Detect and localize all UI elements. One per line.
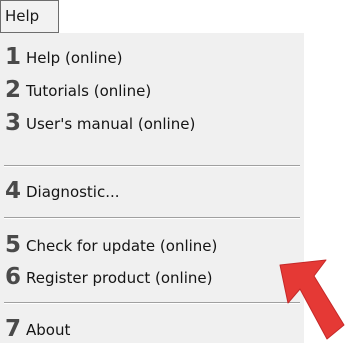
menu-item-label: Diagnostic... <box>26 183 120 201</box>
menu-item-number: 4 <box>5 178 22 204</box>
menu-item-label: Register product (online) <box>26 269 213 287</box>
menu-separator <box>4 165 300 167</box>
menu-item-tutorials-online[interactable]: 2 Tutorials (online) <box>0 72 304 108</box>
menu-separator <box>4 217 300 219</box>
menu-item-register-product-online[interactable]: 6 Register product (online) <box>0 259 304 295</box>
red-arrow-shape <box>279 259 345 340</box>
menu-separator <box>4 302 300 304</box>
menu-item-help-online[interactable]: 1 Help (online) <box>0 39 304 75</box>
menu-item-number: 6 <box>5 264 22 290</box>
menu-item-number: 3 <box>5 110 22 136</box>
menu-bar-help[interactable]: Help <box>0 0 59 33</box>
menu-item-number: 1 <box>5 44 22 70</box>
menu-item-check-for-update-online[interactable]: 5 Check for update (online) <box>0 227 304 263</box>
menu-item-diagnostic[interactable]: 4 Diagnostic... <box>0 173 304 209</box>
menu-item-number: 7 <box>5 316 22 342</box>
help-menu-dropdown: 1 Help (online) 2 Tutorials (online) 3 U… <box>0 33 304 343</box>
menu-item-users-manual-online[interactable]: 3 User's manual (online) <box>0 105 304 141</box>
menu-item-number: 5 <box>5 232 22 258</box>
red-arrow-icon <box>279 259 345 340</box>
menu-item-about[interactable]: 7 About <box>0 311 304 347</box>
menu-item-label: About <box>26 321 71 339</box>
menu-item-label: User's manual (online) <box>26 115 196 133</box>
menu-item-number: 2 <box>5 77 22 103</box>
